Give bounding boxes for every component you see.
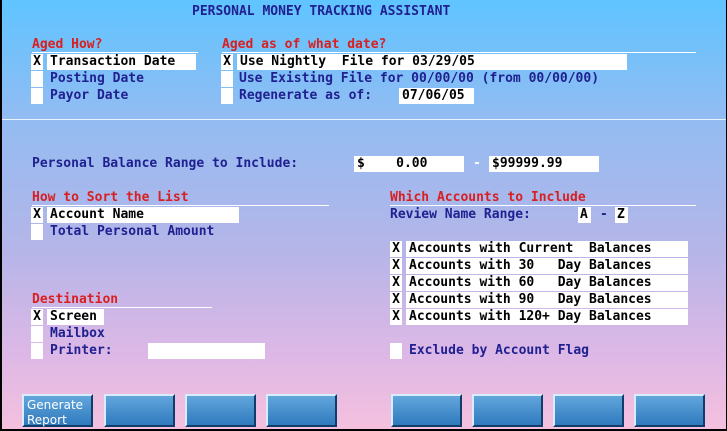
name-range-from-input[interactable]: A (578, 207, 591, 223)
balance-range-label: Personal Balance Range to Include: (32, 156, 299, 171)
60-day-balances-option[interactable]: Accounts with 60 Day Balances (406, 275, 688, 291)
aged-posting-date-option[interactable]: Posting Date (50, 71, 144, 87)
nightly-file-checkbox[interactable]: X (221, 54, 233, 70)
sort-total-amount-option[interactable]: Total Personal Amount (50, 224, 214, 240)
aged-posting-date-checkbox[interactable] (31, 71, 43, 87)
destination-screen-checkbox[interactable]: X (31, 309, 43, 325)
aged-as-of-heading: Aged as of what date? (222, 37, 387, 52)
aged-transaction-date-option[interactable]: Transaction Date (47, 54, 196, 70)
aged-transaction-date-checkbox[interactable]: X (31, 54, 43, 70)
30-day-balances-checkbox[interactable]: X (390, 258, 402, 274)
destination-rule (32, 307, 212, 308)
sort-account-name-option[interactable]: Account Name (47, 207, 239, 223)
aged-payor-date-option[interactable]: Payor Date (50, 88, 128, 104)
destination-mailbox-option[interactable]: Mailbox (50, 326, 105, 342)
destination-printer-checkbox[interactable] (31, 343, 43, 359)
function-button-5[interactable] (391, 394, 462, 427)
function-button-3[interactable] (185, 394, 256, 427)
90-day-balances-checkbox[interactable]: X (390, 292, 402, 308)
exclude-flag-checkbox[interactable] (390, 343, 402, 359)
aged-how-heading: Aged How? (32, 37, 103, 52)
printer-name-input[interactable] (148, 343, 265, 359)
name-range-label: Review Name Range: (390, 207, 531, 222)
function-button-8[interactable] (634, 394, 705, 427)
aged-as-of-rule (222, 52, 696, 53)
function-button-6[interactable] (472, 394, 543, 427)
page-title: PERSONAL MONEY TRACKING ASSISTANT (192, 4, 451, 19)
aged-how-rule (32, 52, 198, 53)
60-day-balances-checkbox[interactable]: X (390, 275, 402, 291)
function-button-4[interactable] (266, 394, 337, 427)
generate-report-button[interactable]: Generate Report (22, 394, 93, 427)
sort-account-name-checkbox[interactable]: X (31, 207, 43, 223)
accounts-heading: Which Accounts to Include (390, 190, 586, 205)
section-divider (2, 119, 726, 120)
nightly-file-option[interactable]: Use Nightly File for 03/29/05 (237, 54, 627, 70)
name-range-separator: - (600, 207, 608, 222)
destination-heading: Destination (32, 292, 119, 307)
exclude-flag-option[interactable]: Exclude by Account Flag (409, 343, 589, 359)
existing-file-checkbox[interactable] (221, 71, 233, 87)
sort-total-amount-checkbox[interactable] (31, 224, 43, 240)
current-balances-option[interactable]: Accounts with Current Balances (406, 241, 688, 257)
sort-rule (32, 205, 329, 206)
destination-screen-option[interactable]: Screen (47, 309, 104, 325)
balance-from-input[interactable]: $ 0.00 (354, 156, 464, 172)
sort-heading: How to Sort the List (32, 190, 189, 205)
120-day-balances-checkbox[interactable]: X (390, 309, 402, 325)
aged-payor-date-checkbox[interactable] (31, 88, 43, 104)
existing-file-option[interactable]: Use Existing File for 00/00/00 (from 00/… (239, 71, 599, 87)
name-range-to-input[interactable]: Z (615, 207, 628, 223)
90-day-balances-option[interactable]: Accounts with 90 Day Balances (406, 292, 688, 308)
regenerate-date-input[interactable]: 07/06/05 (399, 88, 474, 104)
app-screen: PERSONAL MONEY TRACKING ASSISTANT Aged H… (2, 0, 726, 429)
function-button-2[interactable] (104, 394, 175, 427)
destination-printer-option[interactable]: Printer: (50, 343, 113, 359)
balance-to-input[interactable]: $99999.99 (489, 156, 599, 172)
current-balances-checkbox[interactable]: X (390, 241, 402, 257)
regenerate-option[interactable]: Regenerate as of: (239, 88, 372, 104)
30-day-balances-option[interactable]: Accounts with 30 Day Balances (406, 258, 688, 274)
function-button-7[interactable] (553, 394, 624, 427)
120-day-balances-option[interactable]: Accounts with 120+ Day Balances (406, 309, 688, 325)
regenerate-checkbox[interactable] (221, 88, 233, 104)
balance-range-separator: - (473, 156, 481, 171)
accounts-rule (390, 205, 696, 206)
destination-mailbox-checkbox[interactable] (31, 326, 43, 342)
